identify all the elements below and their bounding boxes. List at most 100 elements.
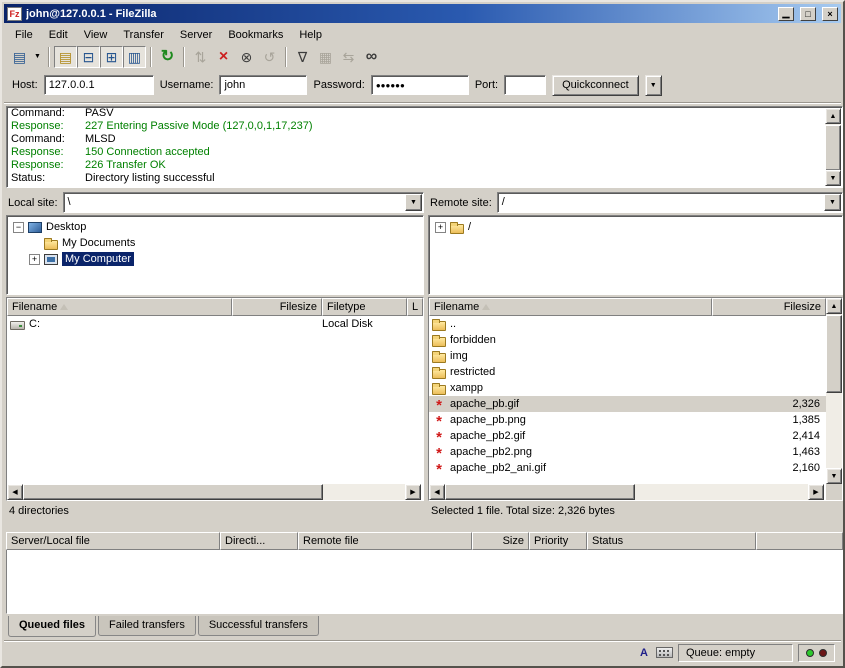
tab-successful-transfers[interactable]: Successful transfers [198, 616, 319, 636]
combo-dropdown-button[interactable]: ▼ [824, 194, 841, 211]
process-queue-button[interactable]: ⇅ [189, 46, 212, 68]
remote-file-row[interactable]: *apache_pb2_ani.gif 2,160 [429, 460, 842, 476]
scrollbar-thumb[interactable] [825, 125, 841, 171]
column-header-remote-file[interactable]: Remote file [298, 532, 472, 550]
menu-view[interactable]: View [76, 27, 116, 43]
filter-button[interactable]: ∇ [291, 46, 314, 68]
password-input[interactable] [371, 75, 469, 95]
disconnect-button[interactable]: ⊗ [235, 46, 258, 68]
sync-browse-button[interactable]: ⇆ [337, 46, 360, 68]
local-directory-tree[interactable]: − Desktop My Documents + My Computer [6, 215, 424, 295]
minimize-button[interactable]: ▁ [778, 7, 794, 21]
local-site-combo[interactable]: \ ▼ [63, 192, 424, 213]
remote-file-row[interactable]: *apache_pb2.gif 2,414 [429, 428, 842, 444]
tree-item-my-computer[interactable]: + My Computer [7, 251, 423, 267]
scroll-left-button[interactable]: ◀ [7, 484, 23, 500]
menu-help[interactable]: Help [291, 27, 330, 43]
menu-transfer[interactable]: Transfer [115, 27, 172, 43]
tree-expander[interactable]: − [13, 222, 24, 233]
scroll-left-button[interactable]: ◀ [429, 484, 445, 500]
keypad-icon[interactable] [656, 645, 673, 661]
tab-queued-files[interactable]: Queued files [8, 616, 96, 637]
message-log-icon: ▤ [59, 50, 72, 64]
maximize-button[interactable]: □ [800, 7, 816, 21]
remote-file-row-selected[interactable]: *apache_pb.gif 2,326 [429, 396, 842, 412]
toggle-remote-tree-button[interactable]: ⊞ [100, 46, 123, 68]
local-file-row[interactable]: C: Local Disk [7, 316, 423, 332]
username-input[interactable] [219, 75, 307, 95]
cancel-button[interactable]: × [212, 46, 235, 68]
remote-vertical-scrollbar[interactable]: ▲ ▼ [826, 298, 842, 484]
local-list-body[interactable]: C: Local Disk [7, 316, 423, 484]
scroll-right-button[interactable]: ▶ [808, 484, 824, 500]
quickconnect-button[interactable]: Quickconnect [552, 75, 639, 96]
column-header-filename[interactable]: Filename [7, 298, 232, 316]
site-manager-button[interactable]: ▤ [8, 46, 31, 68]
close-button[interactable]: × [822, 7, 838, 21]
port-input[interactable] [504, 75, 546, 95]
log-line-type: Response: [11, 120, 85, 133]
column-header-server-local-file[interactable]: Server/Local file [6, 532, 220, 550]
message-log[interactable]: Command:PASV Response:227 Entering Passi… [6, 106, 843, 188]
scrollbar-thumb[interactable] [445, 484, 635, 500]
remote-horizontal-scrollbar[interactable]: ◀ ▶ [429, 484, 824, 500]
remote-file-row[interactable]: *apache_pb.png 1,385 [429, 412, 842, 428]
queue-status-panel: Queue: empty [678, 644, 793, 662]
remote-site-combo[interactable]: / ▼ [497, 192, 843, 213]
compare-button[interactable]: ▦ [314, 46, 337, 68]
tree-item-root[interactable]: + / [429, 219, 842, 235]
column-header-priority[interactable]: Priority [529, 532, 587, 550]
remote-list-body[interactable]: .. forbidden img restricted xampp [429, 316, 842, 484]
up-arrow-icon: ▲ [831, 303, 838, 310]
find-button[interactable]: ∞ [360, 46, 383, 68]
scroll-down-button[interactable]: ▼ [826, 468, 842, 484]
tree-item-my-documents[interactable]: My Documents [7, 235, 423, 251]
menu-server[interactable]: Server [172, 27, 220, 43]
menu-file[interactable]: File [7, 27, 41, 43]
scroll-down-button[interactable]: ▼ [825, 170, 841, 186]
remote-file-row[interactable]: .. [429, 316, 842, 332]
remote-file-row[interactable]: restricted [429, 364, 842, 380]
scrollbar-thumb[interactable] [23, 484, 323, 500]
remote-file-row[interactable]: xampp [429, 380, 842, 396]
reconnect-button[interactable]: ↺ [258, 46, 281, 68]
column-header-direction[interactable]: Directi... [220, 532, 298, 550]
menu-bookmarks[interactable]: Bookmarks [220, 27, 291, 43]
log-scrollbar[interactable]: ▲ ▼ [825, 108, 841, 186]
toggle-local-tree-button[interactable]: ⊟ [77, 46, 100, 68]
combo-dropdown-button[interactable]: ▼ [405, 194, 422, 211]
tree-item-desktop[interactable]: − Desktop [7, 219, 423, 235]
tree-expander[interactable]: + [29, 254, 40, 265]
column-header-filesize[interactable]: Filesize [712, 298, 826, 316]
column-header-status[interactable]: Status [587, 532, 756, 550]
tree-expander[interactable]: + [435, 222, 446, 233]
queue-list-area[interactable] [6, 550, 843, 614]
remote-file-row[interactable]: img [429, 348, 842, 364]
remote-file-row[interactable]: forbidden [429, 332, 842, 348]
column-header-filename[interactable]: Filename [429, 298, 712, 316]
remote-directory-tree[interactable]: + / [428, 215, 843, 295]
menu-edit[interactable]: Edit [41, 27, 76, 43]
toggle-message-log-button[interactable]: ▤ [54, 46, 77, 68]
column-header-filesize[interactable]: Filesize [232, 298, 322, 316]
site-manager-dropdown-button[interactable]: ▼ [31, 46, 44, 68]
scroll-up-button[interactable]: ▲ [825, 108, 841, 124]
toggle-queue-button[interactable]: ▥ [123, 46, 146, 68]
remote-tree-icon: ⊞ [106, 50, 118, 64]
column-header-filetype[interactable]: Filetype [322, 298, 407, 316]
host-input[interactable] [44, 75, 154, 95]
quickconnect-dropdown-button[interactable]: ▼ [645, 75, 662, 96]
log-line-text: MLSD [85, 133, 116, 146]
tab-failed-transfers[interactable]: Failed transfers [98, 616, 196, 636]
log-line-type: Response: [11, 159, 85, 172]
scroll-right-button[interactable]: ▶ [405, 484, 421, 500]
transfer-type-icon[interactable]: A [637, 645, 651, 661]
column-header-last-modified[interactable]: L [407, 298, 423, 316]
column-header-size[interactable]: Size [472, 532, 529, 550]
title-bar[interactable]: Fz john@127.0.0.1 - FileZilla ▁ □ × [4, 4, 841, 23]
remote-file-row[interactable]: *apache_pb2.png 1,463 [429, 444, 842, 460]
scroll-up-button[interactable]: ▲ [826, 298, 842, 314]
refresh-button[interactable]: ↻ [156, 46, 179, 68]
local-horizontal-scrollbar[interactable]: ◀ ▶ [7, 484, 421, 500]
scrollbar-thumb[interactable] [826, 315, 842, 393]
